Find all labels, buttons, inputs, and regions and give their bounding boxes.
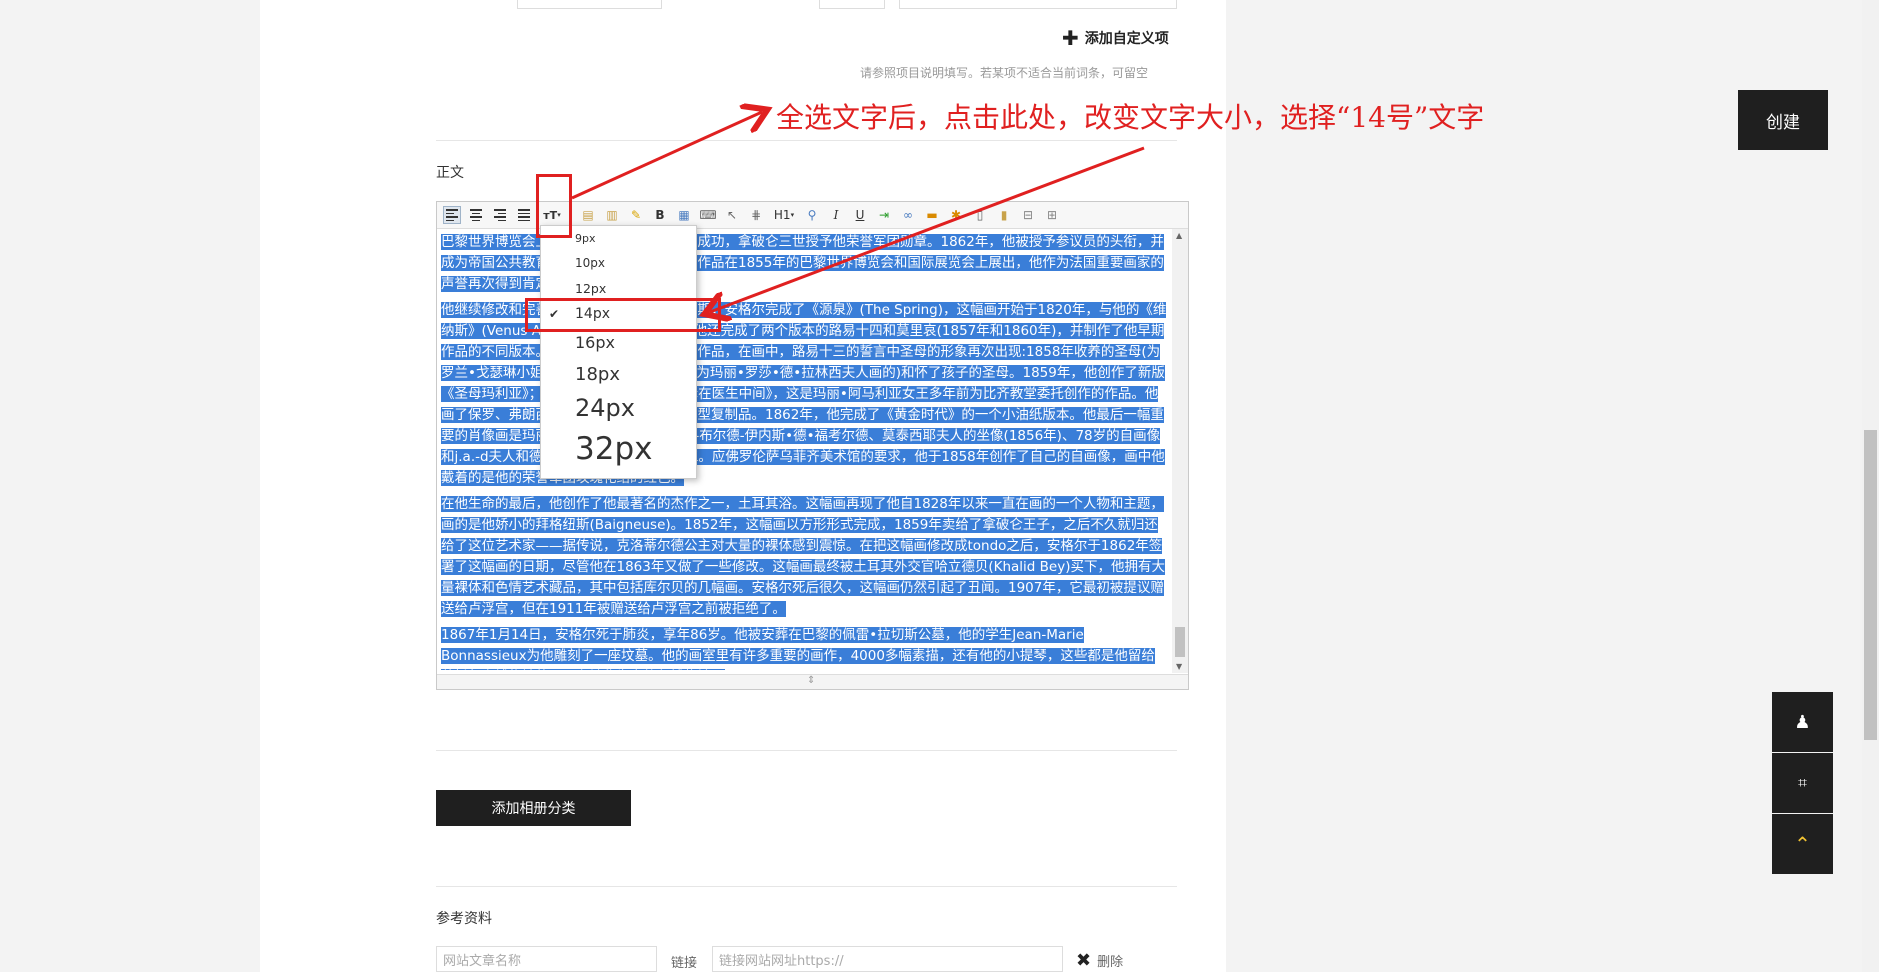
- heading-label: H1: [773, 208, 791, 222]
- section-divider: [436, 140, 1177, 141]
- font-size-option-12[interactable]: 12px: [575, 281, 606, 296]
- font-size-option-16[interactable]: 16px: [575, 333, 615, 352]
- annotation-box-14px: [525, 298, 721, 332]
- reference-name-input[interactable]: 网站文章名称: [436, 946, 657, 972]
- back-to-top-button[interactable]: ⌃: [1772, 814, 1833, 874]
- paragraph-4: 1867年1月14日，安格尔死于肺炎，享年86岁。他被安葬在巴黎的佩雷•拉切斯公…: [441, 627, 1155, 670]
- font-size-option-18[interactable]: 18px: [575, 364, 620, 385]
- qr-code-icon: ⌗: [1797, 773, 1807, 792]
- heading-button[interactable]: H1 ▾: [771, 206, 797, 224]
- penguin-icon: ♟: [1794, 711, 1811, 733]
- editor-scroll-thumb[interactable]: [1175, 627, 1185, 657]
- editor-resize-handle[interactable]: ⇕: [437, 674, 1188, 689]
- annotation-instruction: 全选文字后，点击此处，改变文字大小，选择“14号”文字: [776, 101, 1485, 134]
- scroll-down-icon[interactable]: ▼: [1176, 662, 1182, 671]
- font-size-option-24[interactable]: 24px: [575, 394, 635, 422]
- section-divider-2: [436, 750, 1177, 751]
- scroll-up-icon[interactable]: ▲: [1176, 231, 1182, 240]
- add-album-category-button[interactable]: 添加相册分类: [436, 790, 631, 826]
- media-icon[interactable]: ✱: [947, 206, 965, 224]
- font-size-option-10[interactable]: 10px: [575, 256, 605, 270]
- annotation-box-font-size: [536, 174, 572, 238]
- grid-icon[interactable]: ⋕: [747, 206, 765, 224]
- bold-button[interactable]: B: [651, 206, 669, 224]
- page-break-icon[interactable]: ⊟: [1019, 206, 1037, 224]
- image-icon[interactable]: ▬: [923, 206, 941, 224]
- top-field-3[interactable]: [899, 0, 1177, 9]
- template-icon[interactable]: ▮: [995, 206, 1013, 224]
- reference-link-label: 链接: [671, 956, 698, 971]
- reference-url-input[interactable]: 链接网站网址https://: [712, 946, 1063, 972]
- align-justify-icon[interactable]: [515, 206, 533, 224]
- qq-contact-button[interactable]: ♟: [1772, 692, 1833, 752]
- link-icon[interactable]: ∞: [899, 206, 917, 224]
- page-scrollbar[interactable]: [1862, 0, 1879, 972]
- font-size-dropdown: 9px 10px 12px ✔ 14px 16px 18px 24px 32px: [540, 225, 697, 479]
- italic-button[interactable]: I: [827, 206, 845, 224]
- editor-scrollbar[interactable]: ▲ ▼: [1172, 229, 1188, 673]
- font-size-option-32[interactable]: 32px: [575, 431, 652, 467]
- document-icon[interactable]: ▯: [971, 206, 989, 224]
- create-button[interactable]: 创建: [1738, 90, 1828, 150]
- cursor-icon[interactable]: ↖: [723, 206, 741, 224]
- close-icon: ✖: [1076, 950, 1092, 971]
- top-field-2[interactable]: [819, 0, 885, 9]
- align-center-icon[interactable]: [467, 206, 485, 224]
- references-label: 参考资料: [436, 911, 492, 927]
- chevron-up-icon: ⌃: [1794, 832, 1811, 856]
- underline-button[interactable]: U: [851, 206, 869, 224]
- insert-code-icon[interactable]: ⌨: [699, 206, 717, 224]
- plus-icon: ✚: [1062, 26, 1079, 50]
- top-field-1[interactable]: [517, 0, 662, 9]
- insert-arrow-icon[interactable]: ⇥: [875, 206, 893, 224]
- reference-delete-button[interactable]: ✖ 删除: [1076, 950, 1123, 971]
- add-custom-item-label: 添加自定义项: [1084, 31, 1169, 47]
- page-scroll-thumb[interactable]: [1864, 430, 1877, 740]
- align-right-icon[interactable]: [491, 206, 509, 224]
- align-left-icon[interactable]: [443, 206, 461, 224]
- body-section-label: 正文: [436, 165, 464, 181]
- search-icon[interactable]: ⚲: [803, 206, 821, 224]
- paste-text-icon[interactable]: ▥: [603, 206, 621, 224]
- paragraph-3: 在他生命的最后，他创作了他最著名的杰作之一，土耳其浴。这幅画再现了他自1828年…: [441, 496, 1165, 617]
- paste-icon[interactable]: ▤: [579, 206, 597, 224]
- fullscreen-icon[interactable]: ⊞: [1043, 206, 1061, 224]
- format-brush-icon[interactable]: ✎: [627, 206, 645, 224]
- add-custom-item-button[interactable]: ✚ 添加自定义项: [1062, 28, 1169, 48]
- qr-code-button[interactable]: ⌗: [1772, 753, 1833, 813]
- form-hint-text: 请参照项目说明填写。若某项不适合当前词条，可留空: [860, 66, 1149, 80]
- table-icon[interactable]: ▦: [675, 206, 693, 224]
- section-divider-3: [436, 886, 1177, 887]
- resize-grip-icon: ⇕: [807, 675, 816, 686]
- delete-label: 删除: [1097, 955, 1124, 970]
- font-size-option-9[interactable]: 9px: [575, 232, 596, 245]
